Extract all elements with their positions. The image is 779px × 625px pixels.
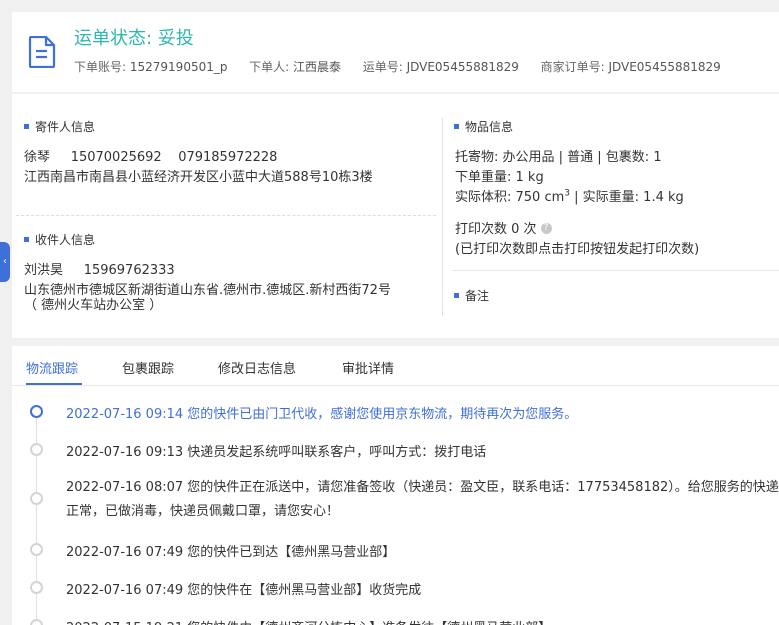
timeline-entry: 2022-07-16 07:49 您的快件在【德州黑马营业部】收货完成 (66, 583, 422, 598)
waybill-header-card: 运单状态: 妥投 下单账号: 15279190501_p 下单人: 江西晨泰 运… (12, 12, 779, 92)
timeline-entry: 2022-07-16 07:49 您的快件已到达【德州黑马营业部】 (66, 545, 396, 560)
sender-landline: 079185972228 (178, 150, 278, 165)
timeline-entry: 2022-07-16 08:07 您的快件正在派送中，请您准备签收（快递员：盈文… (66, 480, 779, 519)
goods-volume: 实际体积: 750 cm (455, 190, 565, 205)
timeline-dot (30, 581, 43, 594)
tab-change-log[interactable]: 修改日志信息 (218, 358, 296, 377)
timeline-dot (30, 405, 43, 418)
merchant-order-value: JDVE05455881829 (608, 60, 721, 74)
timeline-entry: 2022-07-16 09:13 快递员发起系统呼叫联系客户，呼叫方式：拨打电话 (66, 445, 487, 460)
shipment-info-card: 寄件人信息 徐琴 15070025692 079185972228 江西南昌市南… (12, 94, 779, 338)
tracking-card: 物流跟踪 包裹跟踪 修改日志信息 审批详情 2022-07-16 09:14 您… (12, 346, 779, 625)
section-divider (16, 215, 436, 216)
goods-summary: 托寄物: 办公用品 | 普通 | 包裹数: 1 (455, 150, 662, 165)
tab-approval-details[interactable]: 审批详情 (342, 358, 394, 377)
timeline-dot (30, 492, 43, 505)
waybill-value: JDVE05455881829 (406, 60, 519, 74)
sender-address: 江西南昌市南昌县小蓝经济开发区小蓝中大道588号10栋3楼 (24, 170, 373, 185)
receiver-section-title: 收件人信息 (24, 231, 95, 248)
active-tab-indicator (26, 383, 82, 385)
waybill-status: 运单状态: 妥投 (74, 28, 194, 49)
goods-actual-weight: | 实际重量: 1.4 kg (570, 190, 684, 205)
document-icon (28, 36, 56, 68)
tracking-tabs: 物流跟踪 包裹跟踪 修改日志信息 审批详情 (12, 346, 779, 386)
timeline-dot (30, 619, 43, 625)
timeline-dot (30, 543, 43, 556)
timeline-entry: 2022-07-15 19:21 您的快件由【德州齐河分拣中心】准备发往【德州黑… (66, 617, 551, 625)
sender-name: 徐琴 (24, 150, 51, 165)
tab-logistics-tracking[interactable]: 物流跟踪 (26, 358, 78, 377)
waybill-label: 运单号: (362, 60, 403, 74)
orderer-value: 江西晨泰 (293, 60, 342, 74)
timeline-entry: 2022-07-16 09:14 您的快件已由门卫代收，感谢您使用京东物流，期待… (66, 407, 578, 422)
orderer-label: 下单人: (249, 60, 290, 74)
tab-package-tracking[interactable]: 包裹跟踪 (122, 358, 174, 377)
print-count-hint: (已打印次数即点击打印按钮发起打印次数) (455, 242, 700, 257)
receiver-name: 刘洪昊 (24, 263, 64, 278)
print-count: 打印次数 0 次? (455, 218, 552, 237)
goods-order-weight: 下单重量: 1 kg (455, 170, 544, 185)
print-count-text: 打印次数 0 次 (455, 222, 537, 237)
waybill-meta: 下单账号: 15279190501_p 下单人: 江西晨泰 运单号: JDVE0… (74, 58, 721, 75)
help-icon[interactable]: ? (540, 223, 552, 234)
order-account-value: 15279190501_p (129, 60, 228, 74)
sender-contact: 徐琴 15070025692 079185972228 (24, 146, 277, 165)
receiver-contact: 刘洪昊 15969762333 (24, 259, 175, 278)
goods-section-title: 物品信息 (454, 118, 513, 135)
column-divider (442, 118, 443, 316)
remark-divider (452, 270, 779, 271)
sender-section-title: 寄件人信息 (24, 118, 95, 135)
collapse-tab[interactable]: ‹ (0, 242, 10, 282)
timeline-dot (30, 443, 43, 456)
receiver-phone: 15969762333 (83, 263, 175, 278)
receiver-address-note: （ 德州火车站办公室 ） (24, 298, 163, 313)
order-account-label: 下单账号: (74, 60, 127, 74)
chevron-left-icon: ‹ (3, 256, 7, 267)
sender-phone: 15070025692 (70, 150, 162, 165)
goods-volume-weight: 实际体积: 750 cm3 | 实际重量: 1.4 kg (455, 186, 684, 205)
merchant-order-label: 商家订单号: (540, 60, 605, 74)
remark-section-title: 备注 (454, 287, 489, 304)
